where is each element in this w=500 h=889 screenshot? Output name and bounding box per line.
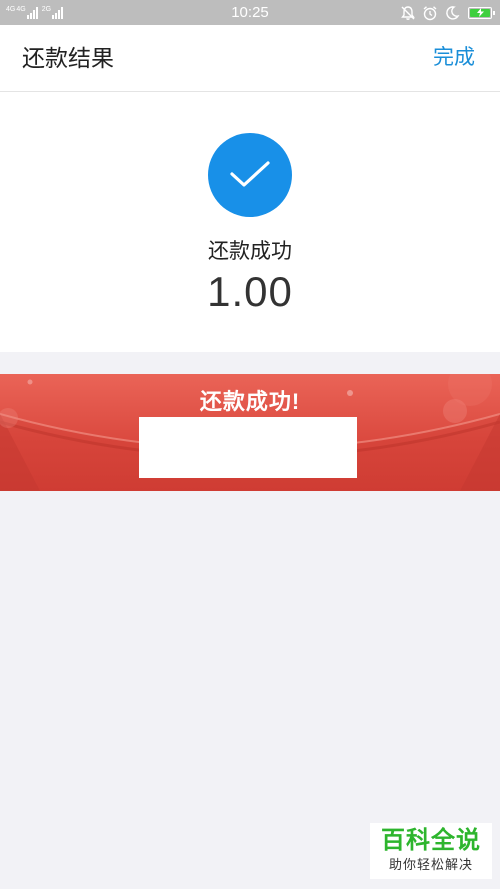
watermark-subtitle: 助你轻松解决 [388, 857, 473, 872]
status-icons [400, 3, 495, 22]
result-card: 还款成功 1.00 [0, 92, 500, 352]
result-status-text: 还款成功 [208, 240, 292, 263]
success-badge [208, 133, 292, 217]
battery-charging-icon [468, 6, 495, 19]
status-bar: 4G 4G 2G 10:25 [0, 0, 500, 25]
alarm-icon [423, 5, 437, 20]
moon-icon [446, 5, 460, 20]
check-icon [230, 161, 270, 187]
watermark-logo: 百科全说 助你轻松解决 [370, 823, 492, 879]
banner-text: 还款成功! [199, 389, 301, 414]
page-title: 还款结果 [22, 45, 114, 71]
watermark-title: 百科全说 [381, 827, 481, 854]
banner-content-area [139, 417, 357, 478]
bell-muted-icon [401, 5, 415, 20]
promo-banner[interactable]: 还款成功! [0, 374, 500, 491]
repayment-amount: 1.00 [207, 268, 293, 315]
done-button[interactable]: 完成 [433, 25, 475, 91]
navigation-header: 还款结果 完成 [0, 25, 500, 92]
